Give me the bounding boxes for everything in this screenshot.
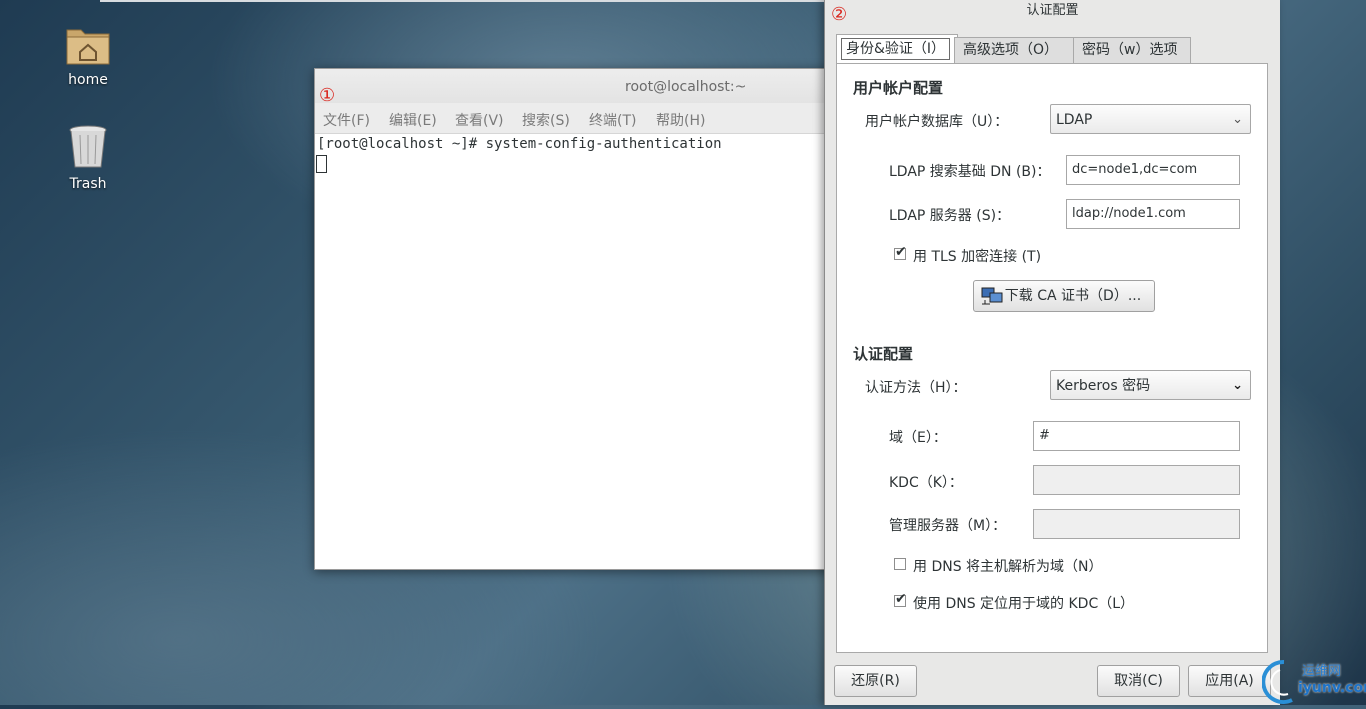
checkmark-icon: ✔ — [895, 244, 907, 260]
ldap-server-input[interactable]: ldap://node1.com — [1066, 199, 1240, 229]
tab-advanced-options[interactable]: 高级选项（O） — [954, 37, 1074, 64]
admin-server-input[interactable] — [1033, 509, 1240, 539]
watermark-bottom-text: iyunv.com — [1298, 680, 1366, 696]
home-folder-icon — [66, 29, 110, 65]
realm-input[interactable]: # — [1033, 421, 1240, 451]
terminal-titlebar[interactable]: ① root@localhost:~ — [315, 69, 835, 106]
menu-help[interactable]: 帮助(H) — [656, 110, 705, 130]
user-db-combo[interactable]: LDAP ⌄ — [1050, 104, 1251, 134]
network-computers-icon — [981, 287, 1003, 305]
checkmark-icon: ✔ — [895, 591, 907, 607]
tls-label: 用 TLS 加密连接 (T) — [913, 249, 1042, 265]
dns-host-label: 用 DNS 将主机解析为域（N） — [913, 559, 1103, 575]
auth-config-dialog[interactable]: ② 认证配置 身份&验证（I） 高级选项（O） 密码（w）选项 用户帐户配置 用… — [824, 0, 1280, 705]
terminal-window[interactable]: ① root@localhost:~ 文件(F) 编辑(E) 查看(V) 搜索(… — [314, 68, 836, 570]
menu-edit[interactable]: 编辑(E) — [389, 110, 437, 130]
admin-server-label: 管理服务器（M）： — [889, 518, 1007, 534]
menu-terminal[interactable]: 终端(T) — [589, 110, 636, 130]
terminal-menubar: 文件(F) 编辑(E) 查看(V) 搜索(S) 终端(T) 帮助(H) — [315, 103, 835, 134]
kdc-label: KDC（K）： — [889, 475, 963, 491]
terminal-title: root@localhost:~ — [625, 79, 747, 95]
download-ca-label: 下载 CA 证书（D）... — [1004, 288, 1142, 304]
auth-method-combo[interactable]: Kerberos 密码 ⌄ — [1050, 370, 1251, 400]
menu-view[interactable]: 查看(V) — [455, 110, 504, 130]
apply-button[interactable]: 应用(A) — [1188, 665, 1271, 697]
menu-search[interactable]: 搜索(S) — [522, 110, 570, 130]
ldap-basedn-input[interactable]: dc=node1,dc=com — [1066, 155, 1240, 185]
desktop-icon-home[interactable]: home — [48, 24, 128, 88]
tab-identity-auth[interactable]: 身份&验证（I） — [836, 34, 958, 64]
menu-file[interactable]: 文件(F) — [323, 110, 370, 130]
chevron-down-icon: ⌄ — [1232, 378, 1243, 393]
kdc-input[interactable] — [1033, 465, 1240, 495]
auth-method-value: Kerberos 密码 — [1056, 378, 1151, 394]
cancel-button[interactable]: 取消(C) — [1097, 665, 1180, 697]
ldap-server-label: LDAP 服务器 (S)： — [889, 208, 1011, 224]
trash-icon — [69, 125, 107, 168]
watermark-top-text: 运维网 — [1302, 664, 1342, 679]
desktop-icon-trash[interactable]: Trash — [48, 124, 128, 192]
tab-label: 密码（w）选项 — [1082, 42, 1178, 58]
site-watermark-logo: 运维网 iyunv.com — [1261, 656, 1366, 705]
dns-host-checkbox[interactable] — [894, 558, 906, 570]
download-ca-button[interactable]: 下载 CA 证书（D）... — [973, 280, 1155, 312]
dns-kdc-label: 使用 DNS 定位用于域的 KDC（L） — [913, 596, 1135, 612]
dialog-title: 认证配置 — [1026, 3, 1079, 18]
terminal-cursor — [316, 155, 327, 173]
tab-password-options[interactable]: 密码（w）选项 — [1073, 37, 1191, 64]
tls-checkbox[interactable]: ✔ — [894, 244, 907, 260]
desktop-icon-label: home — [68, 72, 108, 88]
chevron-down-icon: ⌄ — [1232, 112, 1243, 127]
tab-label: 身份&验证（I） — [841, 38, 951, 60]
user-account-heading: 用户帐户配置 — [853, 79, 944, 97]
user-db-value: LDAP — [1056, 112, 1093, 128]
top-panel-strip — [100, 0, 824, 2]
auth-method-label: 认证方法（H）： — [865, 380, 967, 396]
user-db-label: 用户帐户数据库（U）： — [865, 114, 1009, 130]
identity-auth-panel: 用户帐户配置 用户帐户数据库（U）： LDAP ⌄ LDAP 搜索基础 DN (… — [836, 63, 1268, 653]
revert-button[interactable]: 还原(R) — [834, 665, 917, 697]
ldap-basedn-label: LDAP 搜索基础 DN (B)： — [889, 164, 1051, 180]
desktop-icon-label: Trash — [69, 176, 107, 192]
terminal-command-line: [root@localhost ~]# system-config-authen… — [317, 136, 722, 152]
auth-config-heading: 认证配置 — [853, 345, 914, 363]
realm-label: 域（E）： — [889, 430, 947, 446]
tab-label: 高级选项（O） — [963, 42, 1059, 58]
dns-kdc-checkbox[interactable]: ✔ — [894, 591, 907, 607]
